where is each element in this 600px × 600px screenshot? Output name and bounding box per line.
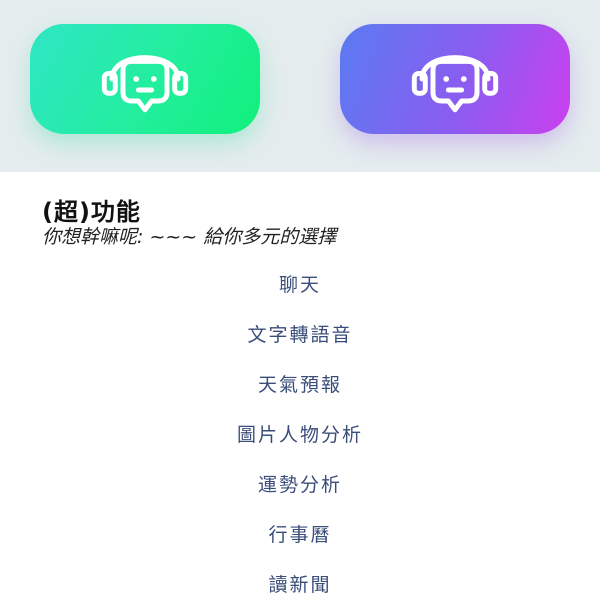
section-subtitle: 你想幹嘛呢: ~~~ 給你多元的選擇 [42,226,337,248]
menu-item-calendar[interactable]: 行事曆 [0,510,600,560]
chatbot-icon [411,55,499,113]
chatbot-app-icon-purple[interactable] [340,24,570,134]
app-screen: (超)功能 你想幹嘛呢: ~~~ 給你多元的選擇 聊天 文字轉語音 天氣預報 圖… [0,0,600,600]
menu-item-news[interactable]: 讀新聞 [0,560,600,600]
feature-menu: 聊天 文字轉語音 天氣預報 圖片人物分析 運勢分析 行事曆 讀新聞 [0,260,600,600]
hero-banner [0,0,600,172]
menu-item-fortune[interactable]: 運勢分析 [0,460,600,510]
chatbot-icon [101,55,189,113]
menu-item-weather[interactable]: 天氣預報 [0,360,600,410]
chatbot-app-icon-green[interactable] [30,24,260,134]
menu-item-chat[interactable]: 聊天 [0,260,600,310]
menu-item-text-to-speech[interactable]: 文字轉語音 [0,310,600,360]
menu-item-image-person-analysis[interactable]: 圖片人物分析 [0,410,600,460]
